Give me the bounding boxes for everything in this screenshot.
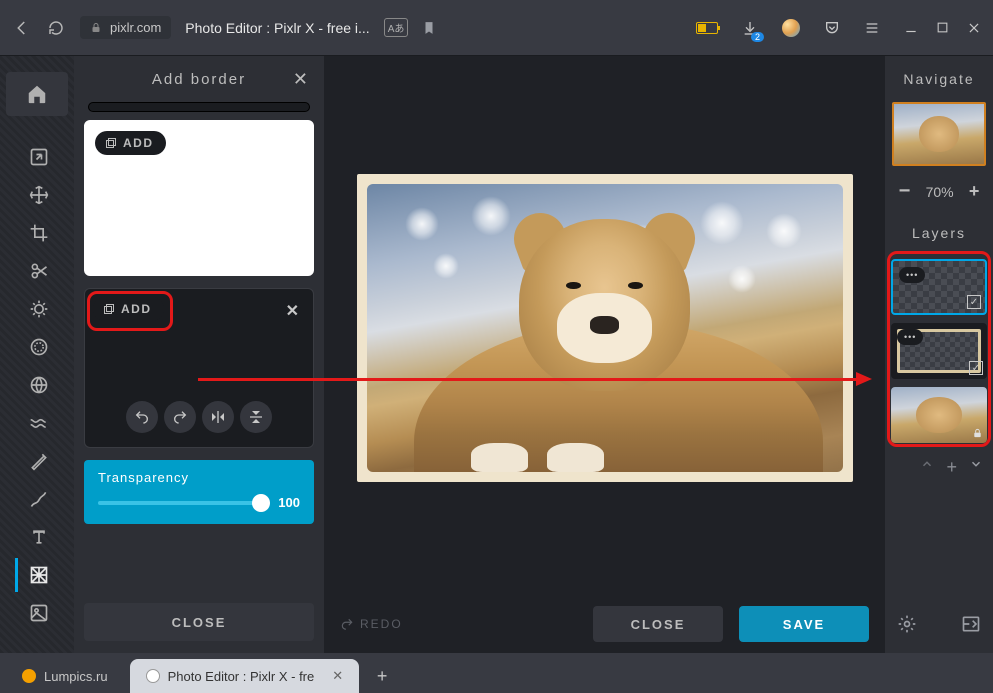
layers-title: Layers	[885, 213, 993, 253]
layer-down-icon[interactable]	[969, 457, 983, 478]
window-close-icon[interactable]	[967, 21, 981, 35]
transparency-control: Transparency 100	[84, 460, 314, 524]
url-domain: pixlr.com	[110, 20, 161, 35]
tool-crop[interactable]	[15, 216, 59, 250]
tool-filter[interactable]	[15, 330, 59, 364]
annotation-arrow-head	[856, 372, 872, 386]
window-maximize-icon[interactable]	[936, 21, 949, 35]
remove-border-icon[interactable]: ✕	[286, 301, 299, 321]
collapse-panel-icon[interactable]	[961, 614, 981, 634]
tool-draw[interactable]	[15, 482, 59, 516]
tool-arrange[interactable]	[15, 178, 59, 212]
highlight-add-chip	[87, 291, 173, 331]
tool-image-open[interactable]	[15, 140, 59, 174]
zoom-in-button[interactable]: +	[969, 181, 980, 202]
properties-panel: Add border ✕ ADD ADD ✕	[74, 56, 324, 653]
tools-sidebar	[0, 56, 74, 653]
right-panel: Navigate − 70% + Layers ••• ✓ ••• ✓	[885, 56, 993, 653]
tool-add-image[interactable]	[15, 596, 59, 630]
battery-icon	[696, 22, 718, 34]
border-style-thin[interactable]	[88, 102, 310, 112]
redo-icon[interactable]	[164, 401, 196, 433]
reload-icon[interactable]	[46, 18, 66, 38]
tab-close-icon[interactable]: ✕	[332, 668, 343, 684]
new-tab-button[interactable]: +	[365, 659, 399, 693]
tool-cutout[interactable]	[15, 254, 59, 288]
transparency-slider[interactable]	[98, 501, 270, 505]
flip-h-icon[interactable]	[202, 401, 234, 433]
panel-close-icon[interactable]: ✕	[293, 69, 310, 90]
zoom-value: 70%	[926, 184, 954, 200]
home-button[interactable]	[6, 72, 68, 116]
zoom-out-button[interactable]: −	[899, 180, 911, 203]
tool-effect[interactable]	[15, 368, 59, 402]
border-preview-white[interactable]: ADD	[84, 120, 314, 276]
layer-item-3[interactable]	[891, 387, 987, 443]
undo-icon[interactable]	[126, 401, 158, 433]
tab-pixlr[interactable]: Photo Editor : Pixlr X - fre ✕	[130, 659, 360, 693]
tool-retouch[interactable]	[15, 444, 59, 478]
layer-menu-icon[interactable]: •••	[899, 267, 925, 283]
panel-header: Add border ✕	[74, 56, 324, 102]
transparency-label: Transparency	[98, 470, 300, 485]
zoom-control: − 70% +	[885, 174, 993, 209]
browser-tabs: Lumpics.ru Photo Editor : Pixlr X - fre …	[0, 653, 993, 693]
browser-page-title: Photo Editor : Pixlr X - free i...	[185, 20, 369, 36]
back-icon[interactable]	[12, 18, 32, 38]
favicon-lumpics	[22, 669, 36, 683]
tool-adjust[interactable]	[15, 292, 59, 326]
canvas-area: REDO CLOSE SAVE	[324, 56, 885, 653]
layer-menu-icon[interactable]: •••	[897, 329, 923, 345]
add-layer-button[interactable]: +	[946, 457, 957, 478]
flip-v-icon[interactable]	[240, 401, 272, 433]
tool-text[interactable]	[15, 520, 59, 554]
layer-locked-icon	[972, 428, 983, 439]
canvas-image[interactable]	[357, 174, 853, 482]
pocket-icon[interactable]	[824, 20, 840, 36]
menu-icon[interactable]	[864, 20, 880, 36]
window-minimize-icon[interactable]	[904, 21, 918, 35]
canvas-action-bar: REDO CLOSE SAVE	[324, 595, 885, 653]
tab-lumpics[interactable]: Lumpics.ru	[6, 659, 124, 693]
panel-close-button[interactable]: CLOSE	[84, 603, 314, 641]
border-preview-dark[interactable]: ADD ✕	[84, 288, 314, 448]
settings-icon[interactable]	[897, 614, 917, 634]
translate-icon[interactable]: Aあ	[384, 18, 409, 37]
annotation-arrow	[198, 378, 858, 381]
lock-icon	[90, 22, 102, 34]
tool-element[interactable]	[15, 558, 59, 592]
layer-item-2[interactable]: ••• ✓	[891, 323, 987, 379]
downloads-badge: 2	[751, 32, 764, 42]
transparency-value: 100	[278, 495, 300, 510]
navigator-thumb[interactable]	[892, 102, 986, 166]
browser-toolbar: pixlr.com Photo Editor : Pixlr X - free …	[0, 0, 993, 56]
panel-title: Add border	[152, 71, 246, 88]
downloads-icon[interactable]: 2	[742, 20, 758, 36]
favicon-pixlr	[146, 669, 160, 683]
navigate-title: Navigate	[885, 56, 993, 102]
layer-visible-toggle[interactable]: ✓	[969, 361, 983, 375]
close-button[interactable]: CLOSE	[593, 606, 723, 642]
bookmark-icon[interactable]	[422, 20, 436, 36]
address-bar[interactable]: pixlr.com	[80, 16, 171, 39]
add-border-button-1[interactable]: ADD	[95, 131, 166, 155]
app-container: Add border ✕ ADD ADD ✕	[0, 56, 993, 653]
layer-visible-toggle[interactable]: ✓	[967, 295, 981, 309]
tool-liquify[interactable]	[15, 406, 59, 440]
layer-item-1[interactable]: ••• ✓	[891, 259, 987, 315]
save-button[interactable]: SAVE	[739, 606, 869, 642]
profile-avatar[interactable]	[782, 19, 800, 37]
redo-button[interactable]: REDO	[340, 617, 403, 631]
layer-up-icon[interactable]	[920, 457, 934, 478]
